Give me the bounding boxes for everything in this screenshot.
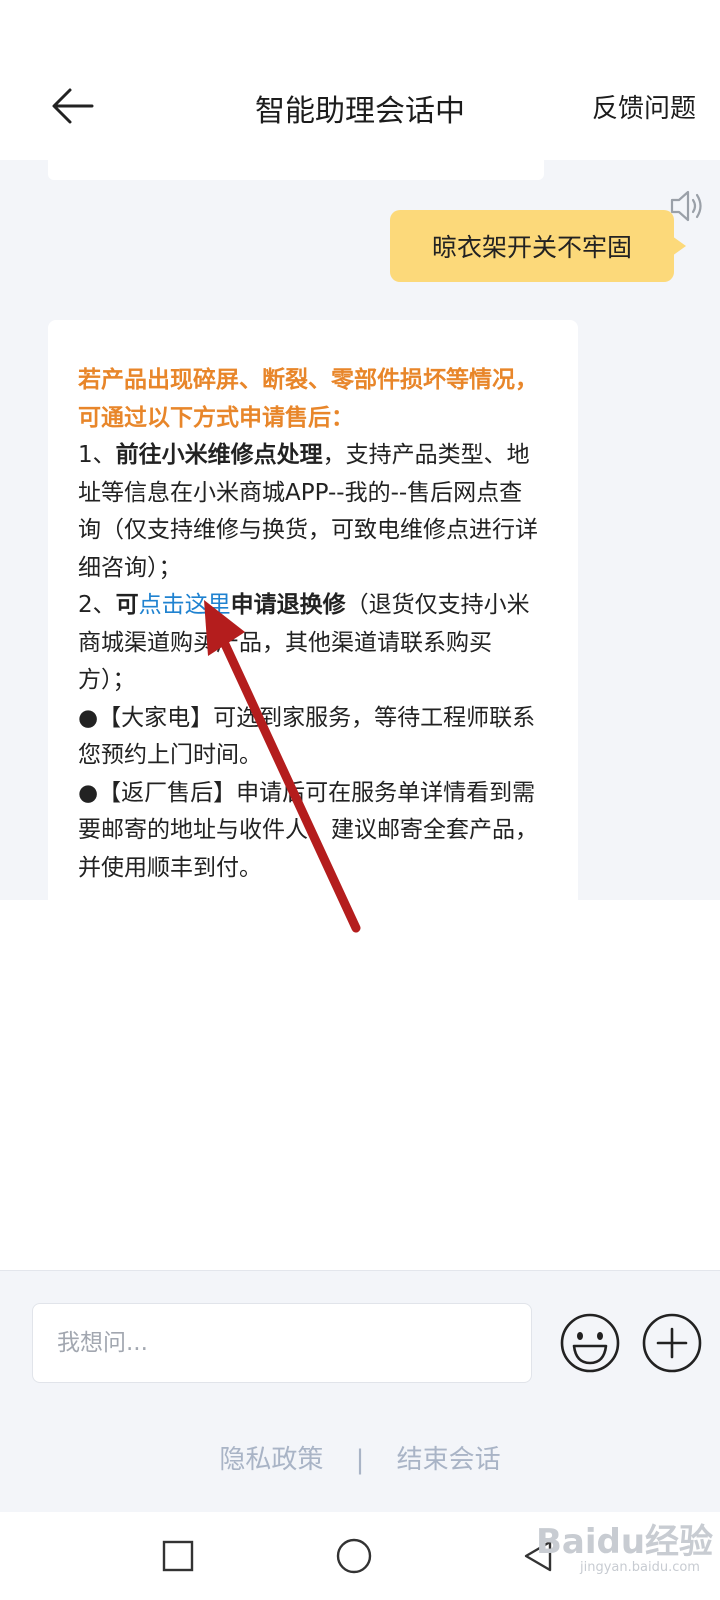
back-button[interactable]: [48, 84, 98, 128]
privacy-policy-link[interactable]: 隐私政策: [219, 1445, 323, 1475]
emoji-button[interactable]: [558, 1311, 622, 1375]
top-app-bar: 智能助理会话中 反馈问题: [0, 0, 720, 160]
item2-prefix: 2、: [78, 592, 116, 618]
speaker-button[interactable]: [668, 188, 708, 224]
click-here-link[interactable]: 点击这里: [139, 592, 231, 618]
bullet2-mark: ●: [78, 779, 99, 806]
home-button[interactable]: [334, 1536, 374, 1576]
chat-empty-space: [0, 900, 720, 1270]
plus-icon: [642, 1313, 702, 1373]
watermark-brand: Baidu经验: [536, 1522, 714, 1562]
item2-bold-suffix: 申请退换修: [230, 592, 346, 618]
speaker-icon: [670, 190, 702, 222]
message-input[interactable]: [32, 1303, 532, 1383]
circle-nav-icon: [336, 1538, 372, 1574]
item1-bold: 前往小米维修点处理: [115, 442, 323, 468]
user-message-bubble: 晾衣架开关不牢固: [390, 210, 686, 282]
footer-links: 隐私政策 | 结束会话: [0, 1439, 720, 1476]
bullet1-mark: ●: [78, 704, 99, 731]
recents-button[interactable]: [158, 1536, 198, 1576]
add-button[interactable]: [640, 1311, 704, 1375]
previous-message-bubble: [48, 160, 544, 180]
bot-message-text: 若产品出现碎屏、断裂、零部件损坏等情况，可通过以下方式申请售后： 1、前往小米维…: [78, 362, 544, 887]
item1-prefix: 1、: [78, 442, 116, 468]
footer-separator: |: [355, 1445, 365, 1475]
back-arrow-icon: [52, 88, 94, 124]
chat-area[interactable]: 晾衣架开关不牢固 若产品出现碎屏、断裂、零部件损坏等情况，可通过以下方式申请售后…: [0, 160, 720, 900]
item2-bold-prefix: 可: [115, 592, 139, 618]
square-nav-icon: [162, 1540, 194, 1572]
input-panel: 隐私政策 | 结束会话: [0, 1270, 720, 1513]
baidu-watermark: Baidu经验 jingyan.baidu.com: [536, 1514, 716, 1588]
end-conversation-link[interactable]: 结束会话: [397, 1445, 501, 1475]
feedback-button[interactable]: 反馈问题: [592, 88, 696, 125]
user-message-text: 晾衣架开关不牢固: [431, 233, 632, 262]
bullet1-tag: 【大家电】: [98, 704, 214, 731]
emoji-icon: [560, 1313, 620, 1373]
watermark-domain: jingyan.baidu.com: [580, 1560, 700, 1575]
bot-message-bubble: 若产品出现碎屏、断裂、零部件损坏等情况，可通过以下方式申请售后： 1、前往小米维…: [48, 320, 578, 900]
bot-intro: 若产品出现碎屏、断裂、零部件损坏等情况，可通过以下方式申请售后：: [78, 367, 538, 431]
bullet2-tag: 【返厂售后】: [98, 779, 237, 806]
